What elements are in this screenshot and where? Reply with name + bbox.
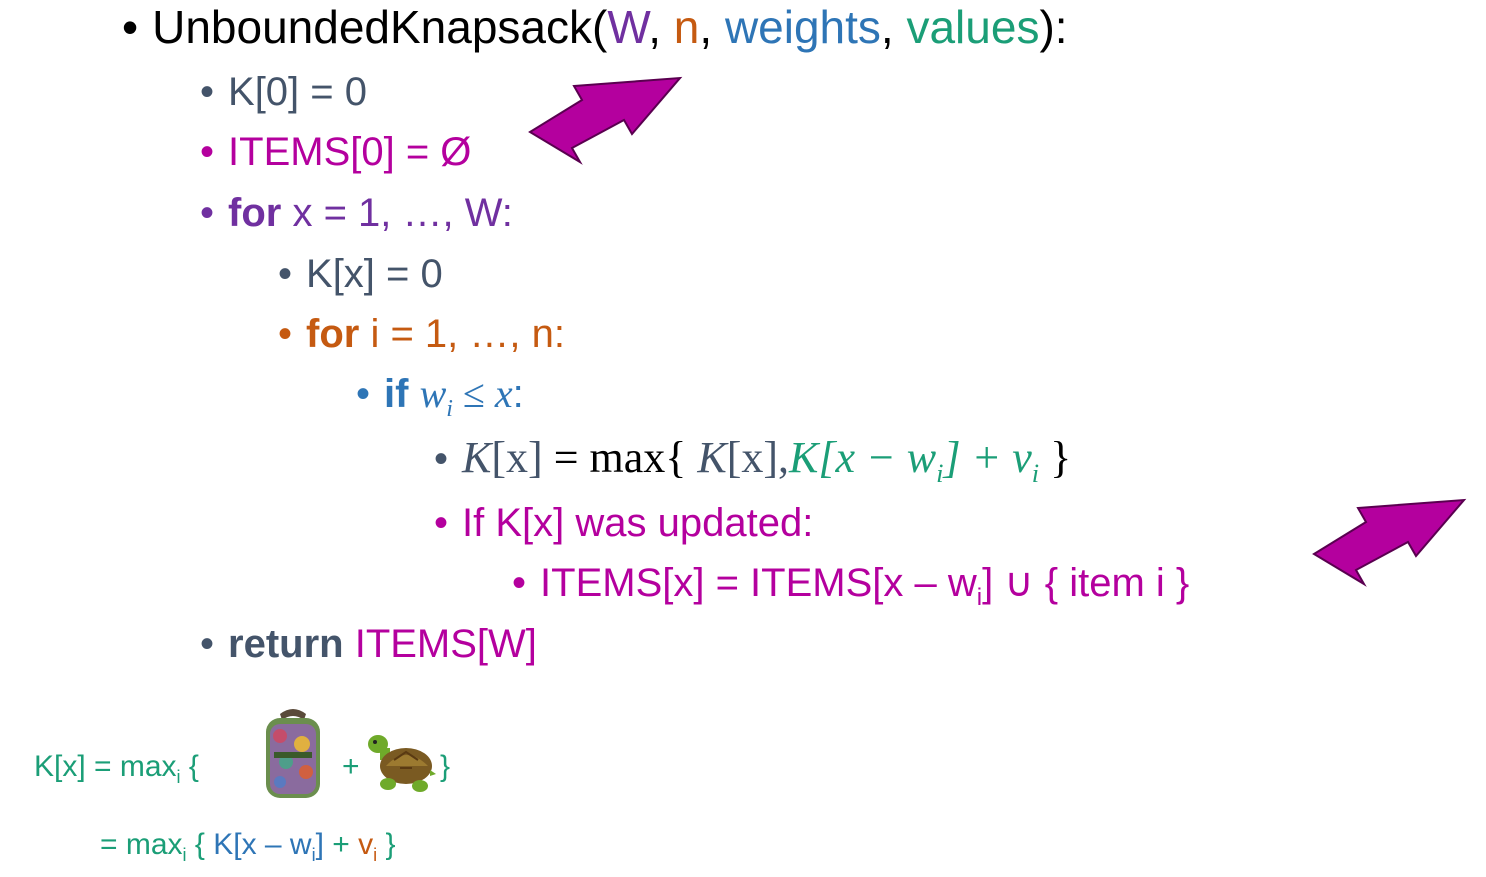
bullet: • xyxy=(122,1,139,53)
line-text: K[0] = 0 xyxy=(228,70,367,114)
math-x: x xyxy=(494,371,513,416)
return-value: ITEMS[W] xyxy=(343,622,537,666)
comma: , xyxy=(880,1,907,53)
bullet: • xyxy=(512,561,527,605)
math-K: K xyxy=(697,433,727,482)
line-items-x: • ITEMS[x] = ITEMS[x – wi] ∪ { item i } xyxy=(512,563,1189,610)
keyword-for: for xyxy=(228,191,282,235)
line-text: i = 1, …, n: xyxy=(359,312,565,356)
param-weights: weights xyxy=(724,1,881,53)
line-for-i: • for i = 1, …, n: xyxy=(278,314,565,354)
line-return: • return ITEMS[W] xyxy=(200,624,537,664)
bullet: • xyxy=(200,191,215,235)
keyword-for: for xyxy=(306,312,360,356)
comma: , xyxy=(648,1,674,53)
plus-sign: + xyxy=(323,828,359,861)
footnote-k-term: K[x – w xyxy=(213,828,312,861)
line-if: • if wi ≤ x: xyxy=(356,371,524,422)
footnote-plus: + xyxy=(342,752,360,782)
turtle-icon xyxy=(368,735,436,792)
line-for-x: • for x = 1, …, W: xyxy=(200,193,513,233)
brace: } xyxy=(377,828,396,861)
brace: { xyxy=(186,828,214,861)
math-term: ] + v xyxy=(943,433,1032,482)
math-term: K[x − w xyxy=(789,433,937,482)
line-text: x = 1, …, W: xyxy=(281,191,513,235)
line-if-updated: • If K[x] was updated: xyxy=(434,503,813,543)
line-kx0: • K[x] = 0 xyxy=(278,254,443,294)
keyword-return: return xyxy=(228,622,344,666)
bullet: • xyxy=(434,437,449,481)
param-n: n xyxy=(673,1,700,53)
line-text: ] ∪ { item i } xyxy=(982,561,1190,605)
bullet: • xyxy=(200,70,215,114)
footnote-text: = max xyxy=(100,828,183,861)
line-items0: • ITEMS[0] = Ø xyxy=(200,132,471,172)
line-text: ITEMS[0] = Ø xyxy=(228,130,472,174)
param-values: values xyxy=(906,1,1040,53)
footnote-line1: K[x] = maxi { xyxy=(34,750,199,787)
line-text: If K[x] was updated: xyxy=(462,501,814,545)
function-name: UnboundedKnapsack( xyxy=(152,1,608,53)
arrow-items-x-icon xyxy=(1312,498,1467,587)
plus-sign: + xyxy=(342,750,360,783)
math-leq: ≤ xyxy=(452,371,495,416)
line-k0: • K[0] = 0 xyxy=(200,72,367,112)
comma: , xyxy=(699,1,725,53)
bullet: • xyxy=(278,312,293,356)
bullet: • xyxy=(200,622,215,666)
close-paren: ): xyxy=(1039,1,1068,53)
arrow-items0-icon xyxy=(528,76,683,165)
math-max: = max{ xyxy=(542,433,698,482)
colon: : xyxy=(512,372,524,416)
line-text: ITEMS[x] = ITEMS[x – w xyxy=(540,561,977,605)
math-K: K xyxy=(462,433,492,482)
brace: } xyxy=(440,750,451,783)
function-signature: • UnboundedKnapsack(W, n, weights, values… xyxy=(122,4,1068,50)
bullet: • xyxy=(356,372,371,416)
bullet: • xyxy=(278,252,293,296)
footnote-brace: { xyxy=(180,750,199,783)
footnote-line2: = maxi { K[x – wi] + vi } xyxy=(100,828,396,865)
line-update: • K[x] = max{ K[x],K[x − wi] + vi } xyxy=(434,436,1071,486)
math-index: [x], xyxy=(726,433,790,482)
backpack-icon xyxy=(266,709,320,798)
math-index: [x] xyxy=(491,433,543,482)
math-close: } xyxy=(1039,433,1072,482)
bullet: • xyxy=(434,501,449,545)
bullet: • xyxy=(200,130,215,174)
footnote-text: K[x] = max xyxy=(34,750,177,783)
param-W: W xyxy=(607,1,649,53)
keyword-if: if xyxy=(384,372,409,416)
footnote-k-term: ] xyxy=(315,828,324,861)
footnote-close-brace: } xyxy=(440,752,450,782)
footnote-v: v xyxy=(358,828,374,861)
math-sub-i: i xyxy=(446,396,453,422)
line-text: K[x] = 0 xyxy=(306,252,443,296)
math-w: w xyxy=(419,371,447,416)
